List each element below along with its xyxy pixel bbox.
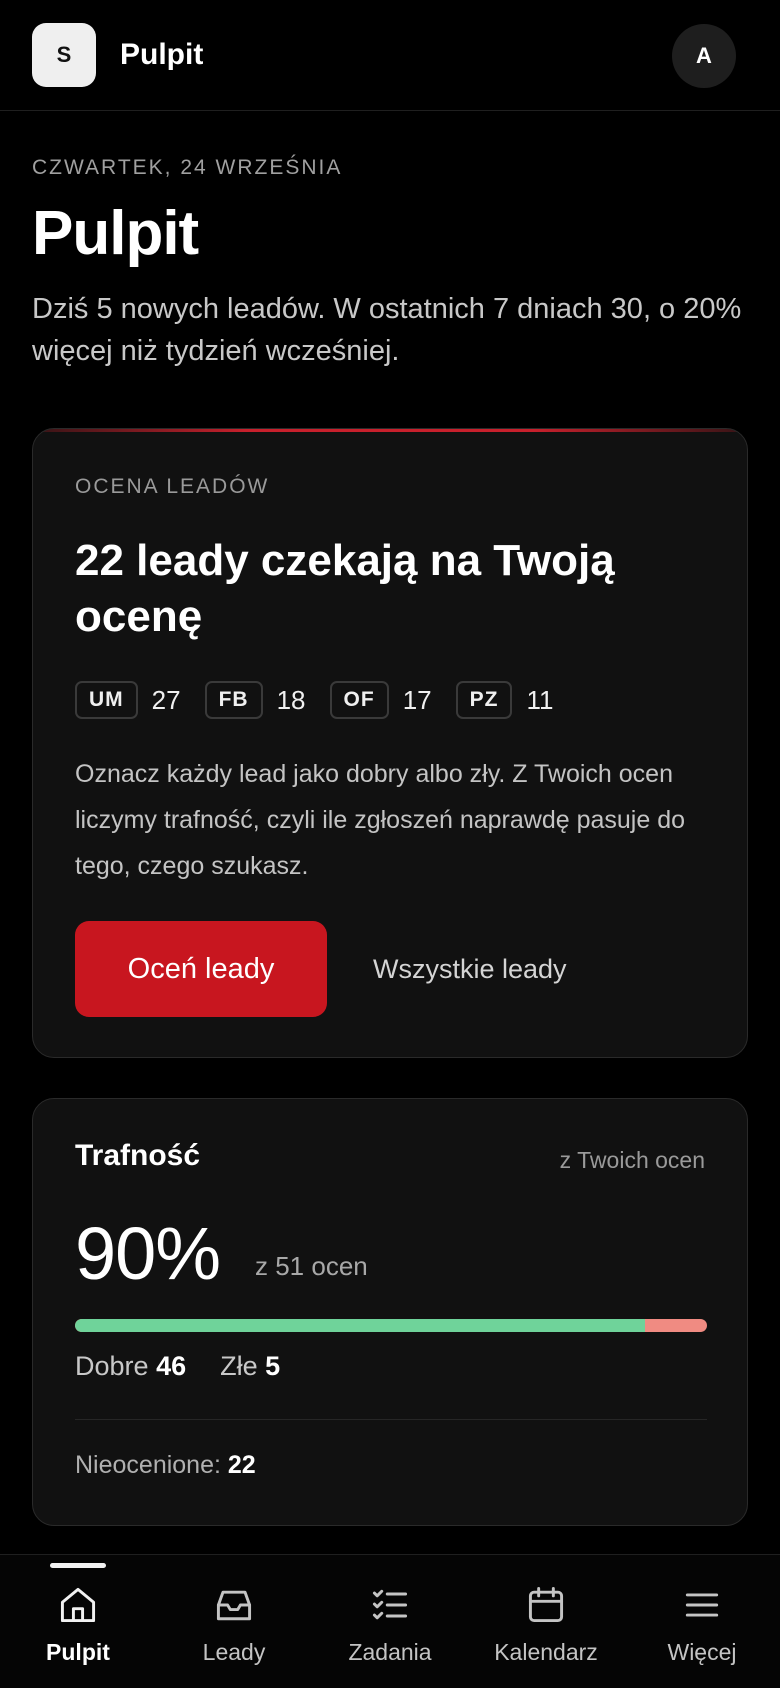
- menu-icon: [685, 1593, 719, 1617]
- accuracy-card: Trafność z Twoich ocen 90% z 51 ocen Dob…: [32, 1098, 748, 1526]
- accuracy-subtitle: z Twoich ocen: [559, 1147, 705, 1173]
- nav-item-pulpit[interactable]: Pulpit: [0, 1555, 156, 1688]
- header-title: Pulpit: [120, 38, 204, 71]
- accuracy-bar-good: [75, 1319, 646, 1332]
- nav-label: Kalendarz: [494, 1639, 598, 1665]
- top-bar: S Pulpit A: [0, 0, 780, 111]
- source-tag: OF: [329, 681, 389, 719]
- nav-label: Więcej: [667, 1639, 737, 1665]
- bad-label: Złe: [220, 1351, 258, 1381]
- source-of: OF 17: [329, 681, 432, 719]
- unrated-stat: Nieocenione: 22: [75, 1451, 256, 1480]
- dashboard-screen: S Pulpit A CZWARTEK, 24 WRZEŚNIA Pulpit …: [0, 0, 780, 1688]
- nav-label: Zadania: [348, 1639, 432, 1665]
- rating-description: Oznacz każdy lead jako dobry albo zły. Z…: [75, 760, 685, 880]
- nav-item-leady[interactable]: Leady: [156, 1555, 312, 1688]
- page-title: Pulpit: [32, 199, 199, 268]
- lead-rating-card: OCENA LEADÓW 22 leady czekają na Twoją o…: [32, 428, 748, 1058]
- accuracy-bar: [75, 1319, 707, 1332]
- source-um: UM 27: [75, 681, 181, 719]
- divider: [75, 1419, 707, 1420]
- source-tag: UM: [75, 681, 138, 719]
- intro-summary: Dziś 5 nowych leadów. W ostatnich 7 dnia…: [32, 293, 742, 367]
- source-pz: PZ 11: [455, 681, 554, 719]
- section-label: OCENA LEADÓW: [75, 475, 270, 498]
- source-tag: FB: [204, 681, 263, 719]
- nav-item-kalendarz[interactable]: Kalendarz: [468, 1555, 624, 1688]
- active-indicator: [50, 1563, 106, 1568]
- source-fb: FB 18: [204, 681, 306, 719]
- all-leads-link[interactable]: Wszystkie leady: [373, 921, 567, 1017]
- bottom-nav: Pulpit Leady Zadania Kalendarz Więcej: [0, 1554, 780, 1688]
- avatar[interactable]: A: [672, 24, 736, 88]
- nav-item-zadania[interactable]: Zadania: [312, 1555, 468, 1688]
- home-icon: [60, 1587, 96, 1623]
- nav-label: Leady: [202, 1639, 266, 1665]
- source-counts: UM 27 FB 18 OF 17 PZ 11: [75, 681, 577, 719]
- good-stat: Dobre 46: [75, 1351, 186, 1382]
- source-count: 18: [276, 684, 306, 715]
- ratings-count: z 51 ocen: [255, 1251, 368, 1281]
- source-count: 11: [526, 684, 554, 715]
- bad-stat: Złe 5: [220, 1351, 280, 1382]
- source-tag: PZ: [455, 681, 513, 719]
- checklist-icon: [372, 1589, 408, 1620]
- good-label: Dobre: [75, 1351, 149, 1381]
- unrated-value: 22: [227, 1451, 256, 1479]
- rating-card-title: 22 leady czekają na Twoją ocenę: [75, 536, 615, 641]
- bad-value: 5: [265, 1351, 281, 1381]
- source-count: 27: [151, 684, 181, 715]
- accuracy-stats: Dobre 46 Złe 5: [75, 1351, 314, 1382]
- accuracy-percent: 90%: [75, 1212, 221, 1295]
- unrated-label: Nieocenione:: [75, 1451, 221, 1479]
- app-logo[interactable]: S: [32, 23, 96, 87]
- nav-item-wiecej[interactable]: Więcej: [624, 1555, 780, 1688]
- good-value: 46: [156, 1351, 187, 1381]
- date-label: CZWARTEK, 24 WRZEŚNIA: [32, 156, 343, 179]
- calendar-icon: [528, 1587, 564, 1623]
- nav-label: Pulpit: [46, 1639, 110, 1665]
- rate-leads-button[interactable]: Oceń leady: [75, 921, 327, 1017]
- accuracy-title: Trafność: [75, 1139, 201, 1172]
- inbox-icon: [216, 1590, 252, 1621]
- source-count: 17: [402, 684, 432, 715]
